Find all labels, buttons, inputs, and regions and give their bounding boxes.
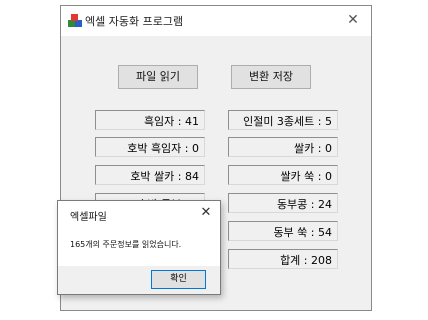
- convert-save-button[interactable]: 변환 저장: [231, 65, 311, 89]
- dialog-title: 엑셀파일: [70, 212, 107, 223]
- count-field-text: 인절미 3종세트 : 5: [243, 115, 332, 128]
- count-field-heukimja: 흑임자 : 41: [95, 110, 205, 130]
- close-icon[interactable]: ✕: [345, 11, 361, 29]
- count-field-text: 호박 쌀카 : 84: [130, 170, 199, 183]
- count-field-text: 호박 흑임자 : 0: [127, 142, 199, 155]
- count-field-dongbukong: 동부콩 : 24: [228, 193, 338, 213]
- ok-button[interactable]: 확인: [151, 270, 206, 289]
- count-field-dongbu-ssuk: 동부 쑥 : 54: [228, 221, 338, 241]
- dialog-footer: 확인: [58, 266, 220, 294]
- count-field-text: 합계 : 208: [280, 254, 332, 267]
- count-field-ssalka-ssuk: 쌀카 쑥 : 0: [228, 165, 338, 185]
- count-field-text: 쌀카 : 0: [294, 142, 332, 155]
- window-title: 엑셀 자동화 프로그램: [85, 15, 184, 28]
- close-icon[interactable]: ✕: [198, 204, 214, 222]
- message-dialog: 엑셀파일 ✕ 165개의 주문정보를 읽었습니다. 확인: [57, 200, 221, 295]
- read-file-button[interactable]: 파일 읽기: [118, 65, 198, 89]
- count-field-text: 흑임자 : 41: [143, 115, 199, 128]
- count-field-hobak-heukimja: 호박 흑임자 : 0: [95, 137, 205, 157]
- count-field-injeolmi-set: 인절미 3종세트 : 5: [228, 110, 338, 130]
- dialog-message: 165개의 주문정보를 읽었습니다.: [70, 240, 182, 249]
- app-cubes-icon: [68, 14, 82, 27]
- title-bar: 엑셀 자동화 프로그램 ✕: [61, 6, 371, 36]
- count-field-total: 합계 : 208: [228, 249, 338, 269]
- count-field-text: 동부콩 : 24: [276, 198, 332, 211]
- count-field-text: 동부 쑥 : 54: [273, 226, 332, 239]
- count-field-hobak-ssalka: 호박 쌀카 : 84: [95, 165, 205, 185]
- count-field-text: 쌀카 쑥 : 0: [280, 170, 332, 183]
- count-field-ssalka: 쌀카 : 0: [228, 137, 338, 157]
